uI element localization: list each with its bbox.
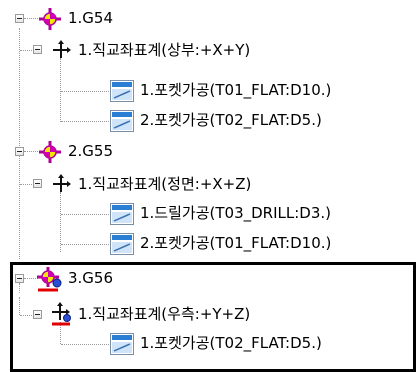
collapse-toggle[interactable]: [33, 45, 42, 54]
origin-icon: [39, 141, 61, 163]
collapse-toggle[interactable]: [33, 179, 42, 188]
operation-icon: [110, 233, 134, 255]
origin-icon: [39, 8, 61, 30]
operation-icon: [110, 203, 134, 225]
collapse-toggle[interactable]: [33, 310, 42, 319]
tree-item-label[interactable]: 1.직교좌표계(정면:+X+Z): [76, 173, 253, 195]
operation-icon: [110, 80, 134, 102]
tree-connector: [60, 192, 61, 252]
tree-item-label[interactable]: 1.드릴가공(T03_DRILL:D3.): [138, 202, 333, 224]
tree-item-label[interactable]: 1.직교좌표계(상부:+X+Y): [76, 39, 252, 61]
axis-modified-icon: [52, 302, 71, 326]
tree-item-label[interactable]: 2.포켓가공(T02_FLAT:D5.): [138, 109, 324, 131]
tree-item-label[interactable]: 1.포켓가공(T01_FLAT:D10.): [138, 79, 333, 101]
tree-connector: [61, 214, 109, 215]
tree-connector: [19, 152, 20, 259]
collapse-toggle[interactable]: [15, 274, 24, 283]
axis-icon: [53, 174, 71, 192]
tree-item-label[interactable]: 2.포켓가공(T01_FLAT:D10.): [138, 232, 333, 254]
tree-connector: [24, 18, 38, 19]
tree-item-label[interactable]: 2.G55: [66, 140, 115, 162]
collapse-toggle[interactable]: [15, 14, 24, 23]
tree-connector: [24, 151, 38, 152]
operation-icon: [110, 110, 134, 132]
tree-connector: [61, 244, 109, 245]
tree-item-label[interactable]: 1.포켓가공(T02_FLAT:D5.): [138, 332, 324, 354]
tree-item-label[interactable]: 1.G54: [66, 7, 115, 29]
tree-connector: [61, 91, 109, 92]
origin-modified-icon: [37, 267, 62, 292]
tree-connector: [19, 28, 20, 148]
tree-connector: [60, 58, 61, 122]
operation-icon: [110, 333, 134, 355]
operation-tree: 1.G54 1.직교좌표계(상부:+X+Y) 1.포켓가공(T01_FLAT:D…: [0, 0, 420, 372]
collapse-toggle[interactable]: [15, 147, 24, 156]
tree-item-label[interactable]: 1.직교좌표계(우측:+Y+Z): [76, 303, 252, 325]
tree-connector: [61, 121, 109, 122]
tree-item-label[interactable]: 3.G56: [66, 267, 115, 289]
axis-icon: [53, 40, 71, 58]
